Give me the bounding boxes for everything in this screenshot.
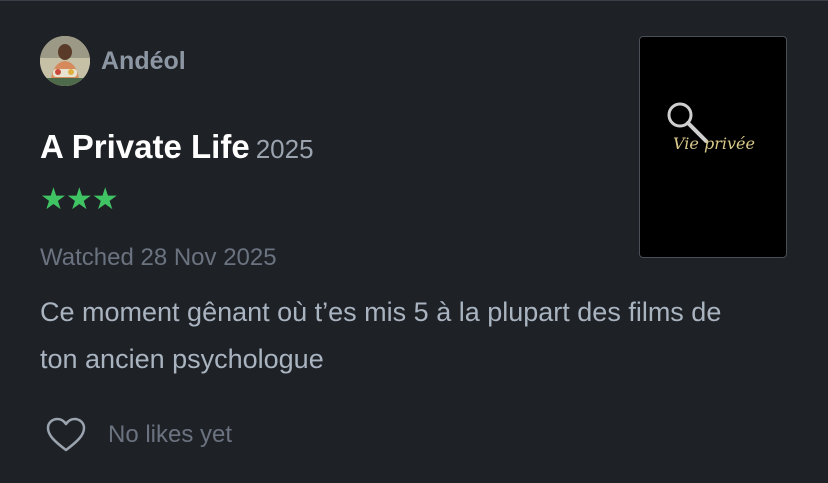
film-year[interactable]: 2025 — [256, 134, 314, 164]
star-rating: ★★★ — [40, 183, 119, 216]
poster-title: Vie privée — [673, 134, 755, 153]
review-text: Ce moment gênant où t’es mis 5 à la plup… — [40, 297, 722, 374]
username[interactable]: Andéol — [101, 46, 186, 76]
film-poster[interactable]: Vie privée — [639, 36, 787, 258]
review-card: Andéol A Private Life 2025 ★★★ Watched 28… — [0, 0, 828, 483]
film-title-row: A Private Life 2025 — [40, 127, 314, 174]
user-photo-avatar-icon — [40, 36, 90, 86]
heart-icon[interactable] — [46, 417, 86, 453]
avatar[interactable] — [40, 36, 90, 86]
watched-date: Watched 28 Nov 2025 — [40, 244, 277, 271]
likes-count: No likes yet — [108, 421, 233, 448]
film-title[interactable]: A Private Life — [40, 128, 250, 165]
